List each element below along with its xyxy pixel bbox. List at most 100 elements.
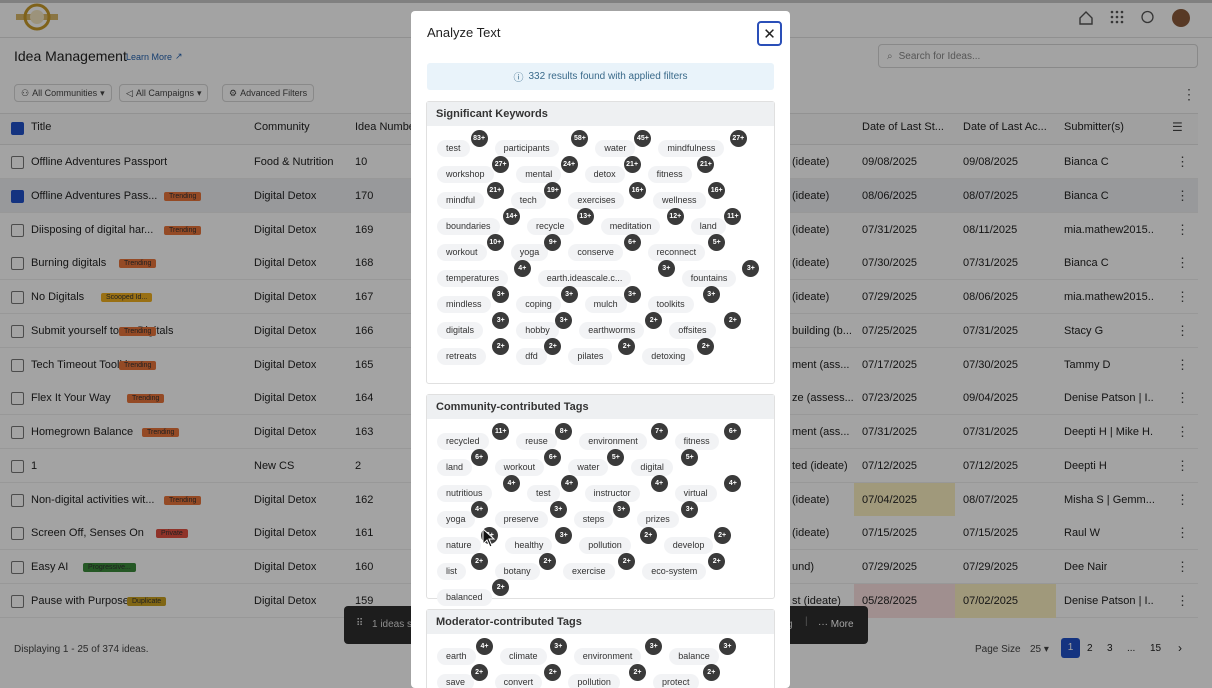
tag-chip[interactable]: digital bbox=[631, 459, 673, 476]
tag-chip[interactable]: reuse bbox=[516, 433, 557, 450]
tag-chip[interactable]: test bbox=[527, 485, 560, 502]
tag-chip[interactable]: yoga bbox=[510, 244, 549, 261]
tag-count-badge: 4+ bbox=[503, 475, 520, 492]
tag-chip[interactable]: environment bbox=[579, 433, 647, 450]
tag-chip[interactable]: test bbox=[437, 140, 470, 157]
tag-chip[interactable]: tech bbox=[510, 192, 546, 209]
tag-chip[interactable]: land bbox=[690, 218, 726, 235]
tag-chip[interactable]: land bbox=[437, 459, 473, 476]
tag-count-badge: 10+ bbox=[486, 234, 504, 251]
tag-chip[interactable]: climate bbox=[500, 648, 547, 665]
tag-chip[interactable]: water bbox=[595, 140, 636, 157]
tag-chip[interactable]: pollution bbox=[568, 674, 620, 688]
tag-chip[interactable]: balance bbox=[669, 648, 719, 665]
tag-count-badge: 45+ bbox=[634, 130, 652, 147]
tag-count-badge: 6+ bbox=[724, 423, 742, 440]
tag-chip[interactable]: meditation bbox=[600, 218, 661, 235]
tag-chip[interactable]: workout bbox=[494, 459, 545, 476]
tag-count-badge: 5+ bbox=[708, 234, 726, 251]
tag-chip[interactable]: detoxing bbox=[642, 348, 695, 365]
tag-count-badge: 27+ bbox=[492, 156, 510, 173]
tag-chip[interactable]: retreats bbox=[437, 348, 486, 365]
tag-chip[interactable]: wellness bbox=[653, 192, 706, 209]
tag-count-badge: 11+ bbox=[724, 208, 742, 225]
tag-chip[interactable]: pollution bbox=[579, 537, 631, 554]
tag-chip[interactable]: exercise bbox=[563, 563, 615, 580]
tag-chip[interactable]: nutritious bbox=[437, 485, 492, 502]
info-icon: ⓘ bbox=[513, 73, 524, 84]
tag-chip[interactable]: reconnect bbox=[647, 244, 706, 261]
tag-chip[interactable]: botany bbox=[494, 563, 540, 580]
tag-count-badge: 3+ bbox=[657, 260, 675, 277]
tag-chip[interactable]: temperatures bbox=[437, 270, 509, 287]
tag-chip[interactable]: workshop bbox=[437, 166, 494, 183]
tag-count-badge: 2+ bbox=[539, 553, 556, 570]
tag-chip[interactable]: instructor bbox=[584, 485, 640, 502]
tag-chip[interactable]: convert bbox=[494, 674, 543, 688]
tag-count-badge: 3+ bbox=[555, 312, 573, 329]
modal-title: Analyze Text bbox=[427, 25, 501, 40]
tag-chip[interactable]: steps bbox=[573, 511, 614, 528]
tag-chip[interactable]: save bbox=[437, 674, 475, 688]
tag-chip[interactable]: recycled bbox=[437, 433, 489, 450]
tag-count-badge: 2+ bbox=[618, 553, 636, 570]
results-text: 332 results found with applied filters bbox=[528, 71, 688, 82]
tag-chip[interactable]: prizes bbox=[636, 511, 679, 528]
tag-chip[interactable]: nature bbox=[437, 537, 481, 554]
tag-chip[interactable]: coping bbox=[516, 296, 561, 313]
tag-chip[interactable]: fitness bbox=[674, 433, 719, 450]
tag-chip[interactable]: yoga bbox=[437, 511, 475, 528]
tag-chip[interactable]: digitals bbox=[437, 322, 484, 339]
close-button[interactable]: ✕ bbox=[757, 21, 782, 46]
tag-count-badge: 58+ bbox=[571, 130, 589, 147]
tag-chip[interactable]: environment bbox=[573, 648, 642, 665]
tag-count-badge: 21+ bbox=[623, 156, 641, 173]
tag-count-badge: 8+ bbox=[555, 423, 573, 440]
tag-count-badge: 3+ bbox=[560, 286, 578, 303]
tag-count-badge: 5+ bbox=[607, 449, 625, 466]
tag-count-badge: 2+ bbox=[645, 312, 663, 329]
tag-chip[interactable]: mental bbox=[516, 166, 562, 183]
tag-chip[interactable]: earth bbox=[437, 648, 476, 665]
tag-chip[interactable]: fountains bbox=[681, 270, 737, 287]
tag-chip[interactable]: earth.ideascale.c... bbox=[537, 270, 632, 287]
tag-chip[interactable]: mindfulness bbox=[658, 140, 725, 157]
tag-count-badge: 83+ bbox=[470, 130, 488, 147]
tag-chip[interactable]: water bbox=[568, 459, 609, 476]
tag-chip[interactable]: dfd bbox=[516, 348, 547, 365]
tag-count-badge: 16+ bbox=[629, 182, 646, 199]
tag-chip[interactable]: balanced bbox=[437, 589, 492, 606]
tag-chip[interactable]: develop bbox=[663, 537, 714, 554]
tag-count-badge: 2+ bbox=[544, 664, 562, 681]
tag-chip[interactable]: exercises bbox=[568, 192, 625, 209]
tag-chip[interactable]: fitness bbox=[647, 166, 692, 183]
tag-chip[interactable]: eco-system bbox=[642, 563, 707, 580]
tag-chip[interactable]: toolkits bbox=[647, 296, 694, 313]
tag-chip[interactable]: boundaries bbox=[437, 218, 500, 235]
tag-chip[interactable]: hobby bbox=[516, 322, 559, 339]
tag-chip[interactable]: mindful bbox=[437, 192, 485, 209]
tag-chip[interactable]: mulch bbox=[584, 296, 627, 313]
tag-chip[interactable]: earthworms bbox=[579, 322, 645, 339]
tag-chip[interactable]: participants bbox=[494, 140, 559, 157]
tag-chip[interactable]: workout bbox=[437, 244, 487, 261]
tag-count-badge: 4+ bbox=[724, 475, 742, 492]
tag-count-badge: 3+ bbox=[742, 260, 760, 277]
tag-count-badge: 2+ bbox=[470, 553, 488, 570]
tag-count-badge: 4+ bbox=[470, 501, 488, 518]
tag-chip[interactable]: healthy bbox=[505, 537, 553, 554]
tag-chip[interactable]: preserve bbox=[494, 511, 548, 528]
tag-chip[interactable]: offsites bbox=[669, 322, 716, 339]
tag-count-badge: 2+ bbox=[470, 664, 488, 681]
tag-count-badge: 4+ bbox=[476, 638, 493, 655]
tag-chip[interactable]: conserve bbox=[568, 244, 623, 261]
tag-chip[interactable]: detox bbox=[584, 166, 625, 183]
tag-chip[interactable]: pilates bbox=[568, 348, 613, 365]
tag-count-badge: 3+ bbox=[549, 638, 567, 655]
tag-chip[interactable]: list bbox=[437, 563, 466, 580]
tag-count-badge: 2+ bbox=[492, 338, 510, 355]
tag-chip[interactable]: protect bbox=[653, 674, 699, 688]
tag-chip[interactable]: recycle bbox=[527, 218, 574, 235]
tag-chip[interactable]: mindless bbox=[437, 296, 491, 313]
tag-chip[interactable]: virtual bbox=[674, 485, 717, 502]
